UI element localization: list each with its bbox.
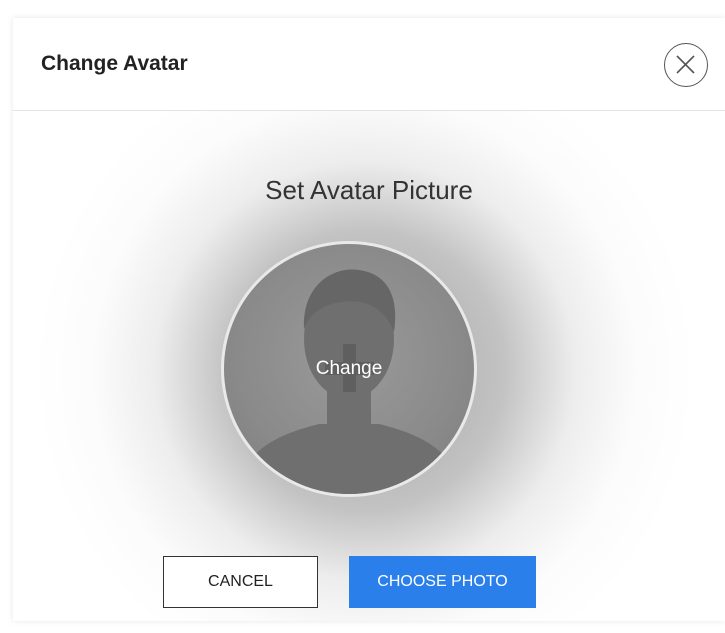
avatar-picker[interactable]: Change — [221, 241, 477, 497]
dialog-body: Set Avatar Picture Change CANCEL CHOOSE … — [13, 111, 725, 621]
set-avatar-heading: Set Avatar Picture — [265, 175, 473, 205]
dialog-title: Change Avatar — [41, 52, 188, 75]
dialog-header: Change Avatar — [13, 18, 725, 111]
cancel-button[interactable]: CANCEL — [163, 556, 318, 608]
change-avatar-dialog: Change Avatar Set Avatar Picture Change … — [13, 18, 725, 621]
close-button[interactable] — [664, 43, 708, 87]
close-icon — [676, 55, 695, 74]
avatar-change-label: Change — [315, 358, 383, 379]
choose-photo-button[interactable]: CHOOSE PHOTO — [349, 556, 536, 608]
